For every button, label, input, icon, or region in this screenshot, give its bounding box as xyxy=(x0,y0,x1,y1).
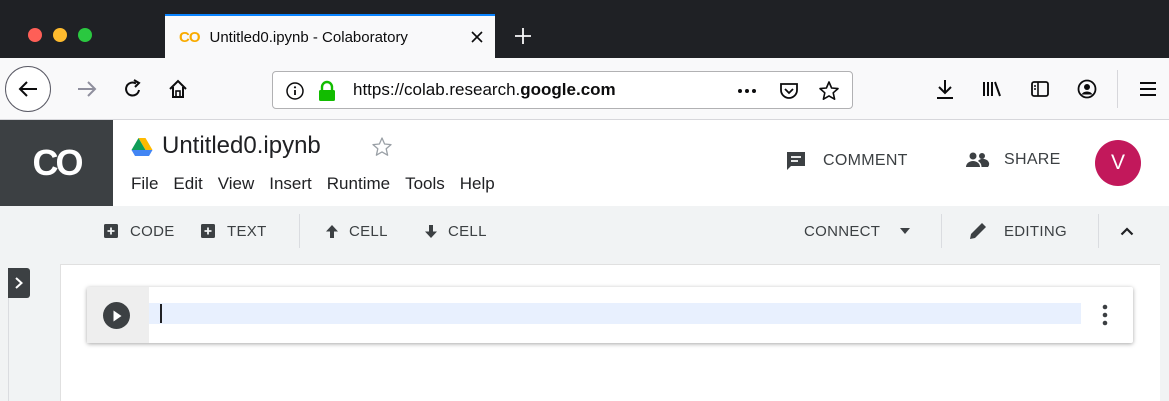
bookmark-star-icon[interactable] xyxy=(818,80,840,107)
add-code-label: CODE xyxy=(130,222,175,240)
pocket-icon[interactable] xyxy=(778,80,800,107)
more-vert-icon xyxy=(1102,304,1108,326)
forward-button[interactable] xyxy=(72,74,102,104)
sidebar-icon xyxy=(1031,81,1049,97)
menu-edit[interactable]: Edit xyxy=(173,174,202,194)
code-editor[interactable] xyxy=(149,303,1081,324)
side-panel-border xyxy=(8,298,9,401)
colab-header: CO Untitled0.ipynb File Edit View Insert… xyxy=(0,120,1169,206)
colab-toolbar: CODE TEXT CELL CELL CONNECT EDITING xyxy=(0,206,1169,256)
library-button[interactable] xyxy=(977,74,1007,104)
code-cell[interactable] xyxy=(87,287,1133,343)
editing-label: EDITING xyxy=(1004,222,1067,240)
pencil-icon xyxy=(970,223,986,239)
tab-close-icon[interactable] xyxy=(459,19,495,55)
move-cell-down-label: CELL xyxy=(448,222,487,240)
toolbar-separator xyxy=(1117,70,1118,108)
chevron-right-icon xyxy=(15,277,23,289)
arrow-up-icon xyxy=(326,224,338,238)
run-cell-button[interactable] xyxy=(103,302,130,329)
home-icon xyxy=(169,79,187,98)
url-fade xyxy=(643,74,693,106)
people-icon xyxy=(966,152,990,167)
connect-button[interactable]: CONNECT xyxy=(804,206,911,256)
toolbar-divider xyxy=(1098,214,1099,248)
editing-mode-button[interactable]: EDITING xyxy=(968,206,1067,256)
browser-tab-bar: CO Untitled0.ipynb - Colaboratory xyxy=(0,0,1169,58)
arrow-down-icon xyxy=(425,224,437,238)
colab-favicon-icon: CO xyxy=(179,28,200,46)
add-box-icon xyxy=(201,224,215,238)
collapse-header-button[interactable] xyxy=(1120,206,1134,256)
chevron-up-icon xyxy=(1120,227,1134,236)
url-prefix: https://colab.research. xyxy=(353,80,521,99)
connect-label: CONNECT xyxy=(804,222,881,240)
tab-title: Untitled0.ipynb - Colaboratory xyxy=(209,28,408,46)
home-button[interactable] xyxy=(163,74,193,104)
play-icon xyxy=(113,310,121,321)
comment-icon xyxy=(787,152,805,170)
text-cursor xyxy=(160,304,162,323)
move-cell-up-button[interactable]: CELL xyxy=(325,206,388,256)
colab-logo[interactable]: CO xyxy=(0,120,113,206)
caret-down-icon xyxy=(900,228,911,234)
toolbar-divider xyxy=(299,214,300,248)
add-text-button[interactable]: TEXT xyxy=(201,206,267,256)
comment-button[interactable]: COMMENT xyxy=(785,150,908,172)
url-bar[interactable]: https://colab.research.google.com xyxy=(272,71,853,109)
plus-icon xyxy=(515,28,531,44)
share-button[interactable]: SHARE xyxy=(964,150,1061,170)
downloads-button[interactable] xyxy=(930,74,960,104)
library-icon xyxy=(983,81,1001,97)
info-icon[interactable] xyxy=(285,81,305,106)
account-icon xyxy=(1077,79,1097,99)
menu-file[interactable]: File xyxy=(131,174,158,194)
account-button[interactable] xyxy=(1072,74,1102,104)
app-menu-button[interactable] xyxy=(1133,74,1163,104)
share-label: SHARE xyxy=(1004,151,1061,168)
back-button[interactable] xyxy=(5,66,51,112)
menu-insert[interactable]: Insert xyxy=(269,174,312,194)
window-minimize-button[interactable] xyxy=(53,28,67,42)
menu-help[interactable]: Help xyxy=(460,174,495,194)
add-code-button[interactable]: CODE xyxy=(104,206,175,256)
reload-icon xyxy=(125,79,141,97)
move-cell-down-button[interactable]: CELL xyxy=(424,206,487,256)
url-domain: google.com xyxy=(520,80,616,99)
lock-icon[interactable] xyxy=(317,80,337,107)
url-text: https://colab.research.google.com xyxy=(353,80,683,100)
cell-more-options-button[interactable] xyxy=(1095,301,1115,329)
star-notebook-icon[interactable] xyxy=(371,136,393,163)
menu-tools[interactable]: Tools xyxy=(405,174,445,194)
side-panel-toggle[interactable] xyxy=(8,268,30,298)
comment-label: COMMENT xyxy=(823,152,908,169)
window-close-button[interactable] xyxy=(28,28,42,42)
new-tab-button[interactable] xyxy=(505,18,541,54)
move-cell-up-label: CELL xyxy=(349,222,388,240)
notebook-title[interactable]: Untitled0.ipynb xyxy=(162,132,321,160)
sidebar-button[interactable] xyxy=(1025,74,1055,104)
arrow-left-icon xyxy=(18,81,37,97)
hamburger-menu-icon xyxy=(1140,82,1156,96)
add-box-icon xyxy=(104,224,118,238)
arrow-right-icon xyxy=(78,81,97,97)
page-actions-icon[interactable] xyxy=(736,81,758,106)
google-drive-icon xyxy=(131,137,153,162)
add-text-label: TEXT xyxy=(227,222,267,240)
browser-tab-active[interactable]: CO Untitled0.ipynb - Colaboratory xyxy=(165,14,495,58)
menu-runtime[interactable]: Runtime xyxy=(327,174,390,194)
user-avatar[interactable]: V xyxy=(1095,140,1141,186)
browser-nav-toolbar: https://colab.research.google.com xyxy=(0,58,1169,120)
menu-view[interactable]: View xyxy=(218,174,255,194)
colab-menu-bar: File Edit View Insert Runtime Tools Help xyxy=(131,174,510,194)
colab-logo-text: CO xyxy=(32,142,84,183)
toolbar-divider xyxy=(941,214,942,248)
window-zoom-button[interactable] xyxy=(78,28,92,42)
reload-button[interactable] xyxy=(118,74,148,104)
download-icon xyxy=(937,80,953,99)
